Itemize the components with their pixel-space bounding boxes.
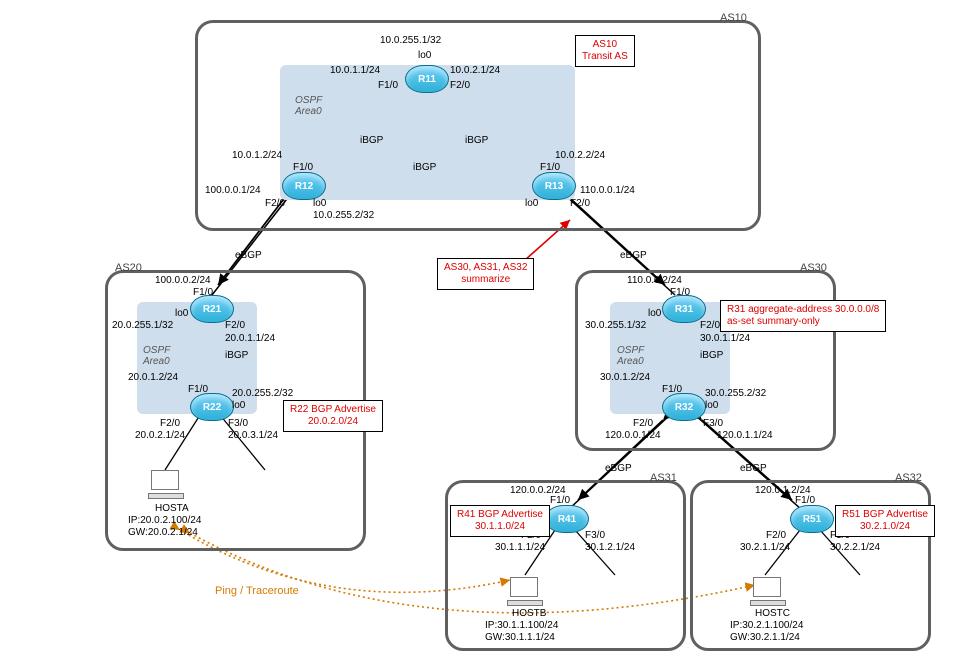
ping-label: Ping / Traceroute	[215, 585, 299, 597]
r13-f10: F1/0	[540, 162, 560, 174]
router-r41: R41	[545, 505, 589, 533]
ebgp-r32r41: eBGP	[605, 463, 632, 475]
hostb-gw: GW:30.1.1.1/24	[485, 632, 555, 644]
hostb-name: HOSTB	[512, 608, 546, 620]
hosta-ip: IP:20.0.2.100/24	[128, 515, 201, 527]
r11-lo0: lo0	[418, 50, 431, 62]
ibgp-2: iBGP	[465, 135, 488, 147]
anno-as10: AS10 Transit AS	[575, 35, 635, 67]
r31-lo0-ip: 30.0.255.1/32	[585, 320, 646, 332]
as31-label: AS31	[650, 472, 677, 484]
r51-f20-ip: 30.2.1.1/24	[740, 542, 790, 554]
r32-f30: F3/0	[703, 418, 723, 430]
as20-label: AS20	[115, 262, 142, 274]
hostc-name: HOSTC	[755, 608, 790, 620]
r11-f10: F1/0	[378, 80, 398, 92]
r21-f10: F1/0	[193, 287, 213, 299]
r22-lo0-ip: 20.0.255.2/32	[232, 388, 293, 400]
ospf-as10-label: OSPF Area0	[295, 95, 322, 117]
router-r13: R13	[532, 172, 576, 200]
r31-f20-ip: 30.0.1.1/24	[700, 333, 750, 345]
r51-f10: F1/0	[795, 495, 815, 507]
ibgp-as30: iBGP	[700, 350, 723, 362]
r32-f10: F1/0	[662, 384, 682, 396]
r22-f30: F3/0	[228, 418, 248, 430]
as30-label: AS30	[800, 262, 827, 274]
r31-f20: F2/0	[700, 320, 720, 332]
r51-f20: F2/0	[766, 530, 786, 542]
r11-f20: F2/0	[450, 80, 470, 92]
r13-f20: F2/0	[570, 198, 590, 210]
router-r32: R32	[662, 393, 706, 421]
r22-f10-ip: 20.0.1.2/24	[128, 372, 178, 384]
ibgp-3: iBGP	[413, 162, 436, 174]
r32-f20-ip: 120.0.0.1/24	[605, 430, 661, 442]
anno-r51: R51 BGP Advertise 30.2.1.0/24	[835, 505, 935, 537]
as32-label: AS32	[895, 472, 922, 484]
router-r31: R31	[662, 295, 706, 323]
router-r21: R21	[190, 295, 234, 323]
r32-f10-ip: 30.0.1.2/24	[600, 372, 650, 384]
anno-r31: R31 aggregate-address 30.0.0.0/8 as-set …	[720, 300, 886, 332]
host-b	[507, 577, 541, 607]
host-c	[750, 577, 784, 607]
ibgp-1: iBGP	[360, 135, 383, 147]
hostc-ip: IP:30.2.1.100/24	[730, 620, 803, 632]
r13-lo0: lo0	[525, 198, 538, 210]
r41-f30: F3/0	[585, 530, 605, 542]
r21-f10-ip: 100.0.0.2/24	[155, 275, 211, 287]
hostb-ip: IP:30.1.1.100/24	[485, 620, 558, 632]
r21-lo0-ip: 20.0.255.1/32	[112, 320, 173, 332]
r13-f20-ip: 110.0.0.1/24	[580, 185, 635, 197]
r22-f10: F1/0	[188, 384, 208, 396]
r32-f30-ip: 120.0.1.1/24	[717, 430, 773, 442]
r22-f20: F2/0	[160, 418, 180, 430]
hostc-gw: GW:30.2.1.1/24	[730, 632, 800, 644]
router-r51: R51	[790, 505, 834, 533]
r31-f10: F1/0	[670, 287, 690, 299]
ebgp-r13r31: eBGP	[620, 250, 647, 262]
router-r11: R11	[405, 65, 449, 93]
r22-lo0: lo0	[232, 400, 245, 412]
r32-lo0: lo0	[705, 400, 718, 412]
r22-f30-ip: 20.0.3.1/24	[228, 430, 278, 442]
r22-f20-ip: 20.0.2.1/24	[135, 430, 185, 442]
r11-lo0-ip: 10.0.255.1/32	[380, 35, 441, 47]
host-a	[148, 470, 182, 500]
network-diagram: AS10 OSPF Area0 R11 R12 R13 10.0.255.1/3…	[0, 0, 975, 657]
r31-lo0: lo0	[648, 308, 661, 320]
r41-f20-ip: 30.1.1.1/24	[495, 542, 545, 554]
ospf-as20-label: OSPF Area0	[143, 345, 170, 367]
anno-r22: R22 BGP Advertise 20.0.2.0/24	[283, 400, 383, 432]
r51-f30-ip: 30.2.2.1/24	[830, 542, 880, 554]
r31-f10-ip: 110.0.0.2/24	[627, 275, 682, 287]
ebgp-r32r51: eBGP	[740, 463, 767, 475]
hosta-gw: GW:20.0.2.1/24	[128, 527, 198, 539]
r12-lo0: lo0	[313, 198, 326, 210]
r12-f20: F2/0	[265, 198, 285, 210]
anno-summ: AS30, AS31, AS32 summarize	[437, 258, 534, 290]
r41-f30-ip: 30.1.2.1/24	[585, 542, 635, 554]
r21-f20-ip: 20.0.1.1/24	[225, 333, 275, 345]
ebgp-r12r21: eBGP	[235, 250, 262, 262]
hosta-name: HOSTA	[155, 503, 189, 515]
r21-lo0: lo0	[175, 308, 188, 320]
r32-f20: F2/0	[633, 418, 653, 430]
as10-label: AS10	[720, 12, 747, 24]
anno-r41: R41 BGP Advertise 30.1.1.0/24	[450, 505, 550, 537]
r21-f20: F2/0	[225, 320, 245, 332]
r12-lo0-ip: 10.0.255.2/32	[313, 210, 374, 222]
r11-f20-ip: 10.0.2.1/24	[450, 65, 500, 77]
ibgp-as20: iBGP	[225, 350, 248, 362]
r41-f10: F1/0	[550, 495, 570, 507]
r12-f10-ip: 10.0.1.2/24	[232, 150, 282, 162]
r11-f10-ip: 10.0.1.1/24	[330, 65, 380, 77]
r12-f20-ip: 100.0.0.1/24	[205, 185, 261, 197]
ospf-as30-label: OSPF Area0	[617, 345, 644, 367]
r32-lo0-ip: 30.0.255.2/32	[705, 388, 766, 400]
r12-f10: F1/0	[293, 162, 313, 174]
router-r22: R22	[190, 393, 234, 421]
router-r12: R12	[282, 172, 326, 200]
r13-f10-ip: 10.0.2.2/24	[555, 150, 605, 162]
